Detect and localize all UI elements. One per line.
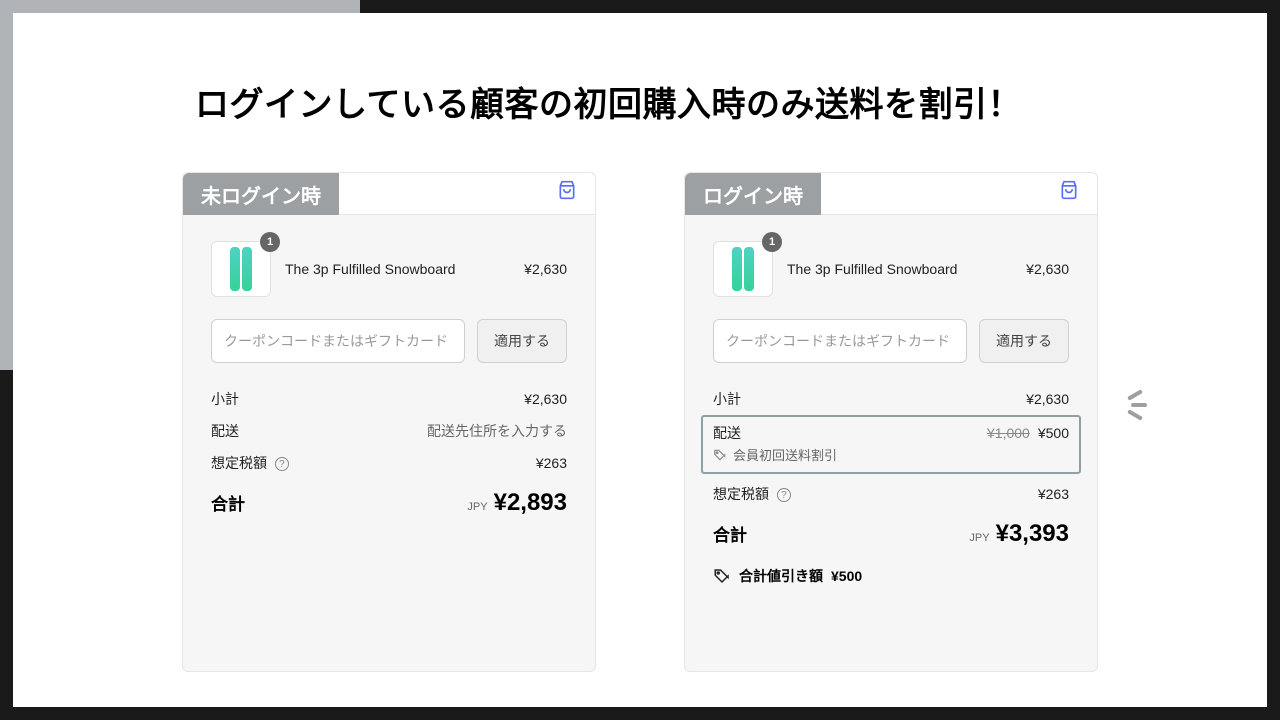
tax-label: 想定税額 ?	[211, 453, 289, 473]
tag-icon	[713, 448, 727, 462]
line-item: 1 The 3p Fulfilled Snowboard ¥2,630	[211, 241, 567, 297]
shopping-bag-icon	[557, 179, 577, 206]
tax-value: ¥263	[1038, 486, 1069, 502]
savings-value: ¥500	[831, 568, 862, 584]
currency-code: JPY	[969, 532, 989, 544]
shipping-label: 配送	[211, 421, 239, 441]
shopping-bag-icon	[1059, 179, 1079, 206]
shipping-value: ¥1,000 ¥500	[987, 425, 1069, 441]
product-thumbnail: 1	[713, 241, 773, 297]
apply-button[interactable]: 適用する	[979, 319, 1069, 363]
qty-badge: 1	[762, 232, 782, 252]
line-item: 1 The 3p Fulfilled Snowboard ¥2,630	[713, 241, 1069, 297]
info-icon[interactable]: ?	[275, 457, 289, 471]
product-name: The 3p Fulfilled Snowboard	[787, 261, 1012, 277]
checkout-card-logged-in: ログイン時 1 The 3p Fulfilled Snowboard ¥2,63…	[684, 172, 1098, 672]
info-icon[interactable]: ?	[777, 488, 791, 502]
shipping-original-price: ¥1,000	[987, 425, 1030, 441]
currency-code: JPY	[467, 501, 487, 513]
product-price: ¥2,630	[1026, 261, 1069, 277]
subtotal-label: 小計	[211, 389, 239, 409]
total-label: 合計	[211, 490, 245, 515]
apply-button[interactable]: 適用する	[477, 319, 567, 363]
discount-name: 会員初回送料割引	[733, 445, 837, 464]
coupon-input[interactable]	[713, 319, 967, 363]
page-title: ログインしている顧客の初回購入時のみ送料を割引！	[13, 13, 1267, 126]
checkout-card-logged-out: 未ログイン時 1 The 3p Fulfilled Snowboard ¥2,6…	[182, 172, 596, 672]
subtotal-label: 小計	[713, 389, 741, 409]
total-value: JPY¥2,893	[467, 489, 567, 517]
shipping-discounted-price: ¥500	[1038, 425, 1069, 441]
subtotal-value: ¥2,630	[1026, 391, 1069, 407]
tax-value: ¥263	[536, 455, 567, 471]
card-tab-label: ログイン時	[685, 173, 821, 215]
shipping-note: 配送先住所を入力する	[427, 421, 567, 441]
product-price: ¥2,630	[524, 261, 567, 277]
product-name: The 3p Fulfilled Snowboard	[285, 261, 510, 277]
subtotal-value: ¥2,630	[524, 391, 567, 407]
shipping-discount-highlight: 配送 ¥1,000 ¥500 会員初回送料割引	[701, 415, 1081, 474]
total-label: 合計	[713, 521, 747, 546]
total-savings-row: 合計値引き額 ¥500	[713, 548, 1069, 586]
shipping-label: 配送	[713, 423, 741, 443]
coupon-input[interactable]	[211, 319, 465, 363]
product-thumbnail: 1	[211, 241, 271, 297]
qty-badge: 1	[260, 232, 280, 252]
total-value: JPY¥3,393	[969, 520, 1069, 548]
tags-icon	[713, 567, 731, 585]
tax-label: 想定税額 ?	[713, 484, 791, 504]
card-tab-label: 未ログイン時	[183, 173, 339, 215]
savings-label: 合計値引き額	[739, 566, 823, 586]
